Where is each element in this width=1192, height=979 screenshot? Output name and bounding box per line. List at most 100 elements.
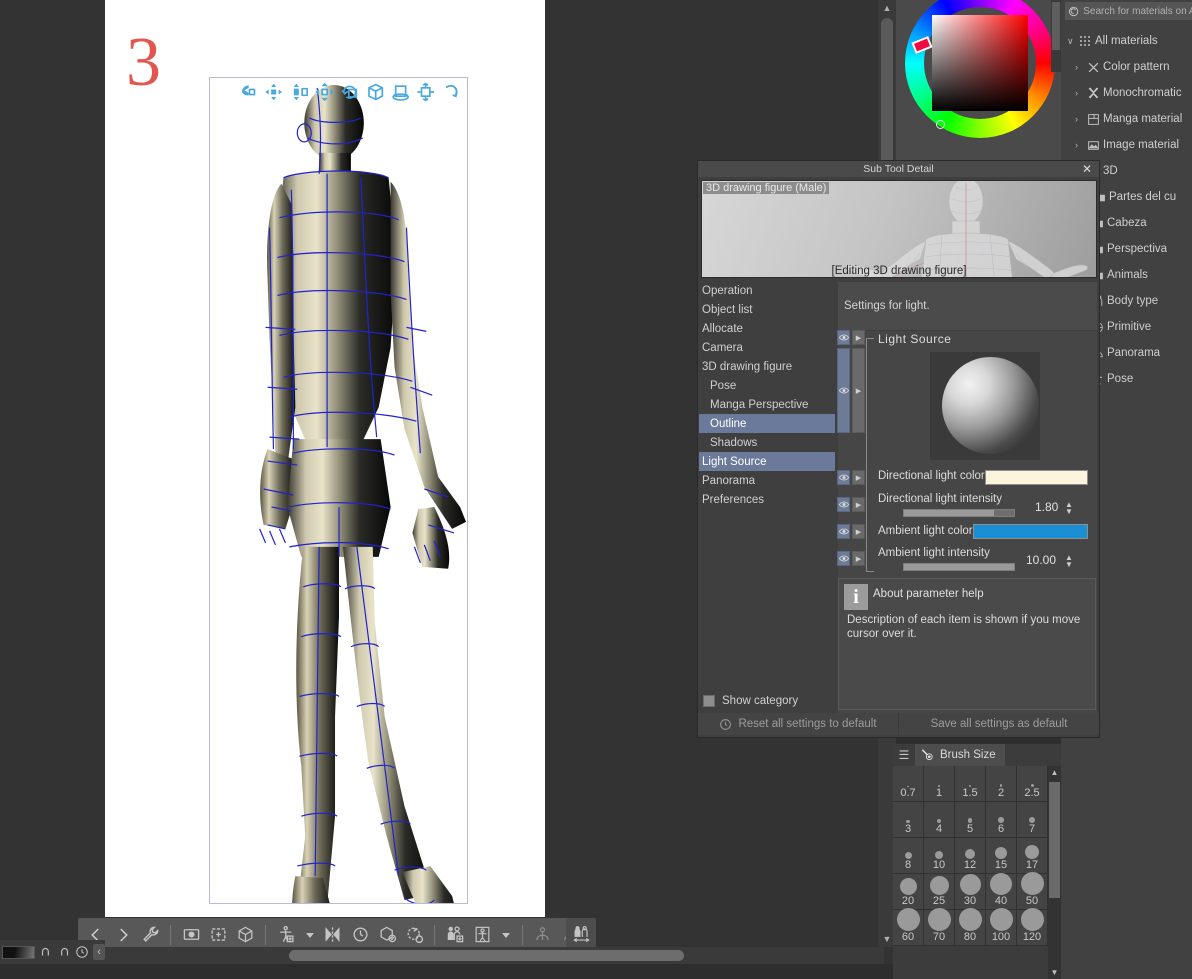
history-icon[interactable] bbox=[75, 944, 89, 960]
reset-object-icon[interactable] bbox=[375, 922, 399, 948]
hamburger-icon[interactable]: ☰ bbox=[893, 744, 915, 766]
tree-item-manga-perspective[interactable]: Manga Perspective bbox=[699, 395, 835, 414]
expand-arrow-icon[interactable]: ▶ bbox=[852, 470, 865, 485]
brush-size-cell[interactable]: 120 bbox=[1017, 908, 1048, 946]
eye-icon[interactable] bbox=[837, 348, 850, 433]
next-arrow-icon[interactable] bbox=[111, 922, 135, 948]
brush-size-cell[interactable]: 0.7 bbox=[893, 766, 924, 802]
gizmo-rotate-ground-icon[interactable] bbox=[390, 82, 411, 102]
tree-item-camera[interactable]: Camera bbox=[699, 338, 835, 357]
light-preview-box[interactable] bbox=[930, 352, 1040, 460]
scrollbar-thumb[interactable] bbox=[289, 950, 684, 961]
brush-size-cell[interactable]: 2 bbox=[986, 766, 1017, 802]
brush-size-cell[interactable]: 80 bbox=[955, 908, 986, 946]
scroll-up-icon[interactable]: ▲ bbox=[878, 0, 896, 16]
gizmo-move-xy-icon[interactable] bbox=[263, 82, 284, 102]
flip-icon[interactable] bbox=[321, 922, 345, 948]
material-tree-row[interactable]: › Image material bbox=[1061, 132, 1183, 158]
material-tree-row[interactable]: ∨ All materials bbox=[1061, 28, 1183, 54]
body-proportion-icon[interactable] bbox=[470, 922, 494, 948]
add-person-icon[interactable] bbox=[443, 922, 467, 948]
dialog-preview[interactable]: 3D drawing figure (Male) [Editing 3D dra… bbox=[701, 180, 1097, 278]
camera-icon[interactable] bbox=[179, 922, 203, 948]
tree-item-outline[interactable]: Outline bbox=[699, 414, 835, 433]
gizmo-undo-arc-icon[interactable] bbox=[441, 82, 462, 102]
tree-item-3d-drawing-figure[interactable]: 3D drawing figure bbox=[699, 357, 835, 376]
register-pose-icon[interactable] bbox=[531, 922, 555, 948]
dropdown-arrow-icon[interactable] bbox=[497, 922, 514, 948]
tree-item-object-list[interactable]: Object list bbox=[699, 300, 835, 319]
save-all-settings-button[interactable]: Save all settings as default bbox=[899, 713, 1099, 735]
brush-size-grid[interactable]: 0.7 1 1.5 2 2.5 3 4 5 6 7 8 10 12 15 17 20 25 30 40 50 60 70 8… bbox=[893, 766, 1048, 946]
fit-frame-icon[interactable] bbox=[206, 922, 230, 948]
scrollbar-thumb[interactable] bbox=[1052, 2, 1060, 50]
brush-size-cell[interactable]: 1 bbox=[924, 766, 955, 802]
saturation-value-square[interactable] bbox=[932, 15, 1028, 111]
eye-icon[interactable] bbox=[837, 551, 850, 566]
expand-arrow-icon[interactable]: ▶ bbox=[852, 524, 865, 539]
brush-size-cell[interactable]: 17 bbox=[1017, 838, 1048, 874]
directional-light-color-swatch[interactable] bbox=[985, 470, 1088, 485]
gizmo-rotate-left-icon[interactable] bbox=[238, 82, 259, 102]
gizmo-rotate-camera-icon[interactable] bbox=[365, 82, 386, 102]
ambient-light-intensity-value[interactable]: 10.00 bbox=[1026, 553, 1056, 567]
tree-item-preferences[interactable]: Preferences bbox=[699, 490, 835, 509]
cube-icon[interactable] bbox=[233, 922, 257, 948]
eye-icon[interactable] bbox=[837, 497, 850, 512]
dialog-titlebar[interactable]: Sub Tool Detail ✕ bbox=[698, 161, 1099, 177]
eye-icon[interactable] bbox=[837, 470, 850, 485]
reset-pose-icon[interactable] bbox=[348, 922, 372, 948]
collapse-icon[interactable]: ‹ bbox=[93, 944, 105, 960]
material-tree-row[interactable]: › Monochromatic bbox=[1061, 80, 1183, 106]
color-wheel[interactable] bbox=[905, 0, 1055, 138]
directional-intensity-spinner[interactable]: ▲ ▼ bbox=[1064, 501, 1074, 516]
brush-size-cell[interactable]: 8 bbox=[893, 838, 924, 874]
directional-light-intensity-value[interactable]: 1.80 bbox=[1035, 500, 1058, 514]
material-tree-row[interactable]: › Color pattern bbox=[1061, 54, 1183, 80]
tab-brush-size[interactable]: Brush Size bbox=[915, 744, 1005, 766]
tree-item-panorama[interactable]: Panorama bbox=[699, 471, 835, 490]
eye-icon[interactable] bbox=[837, 524, 850, 539]
scrollbar-thumb[interactable] bbox=[1049, 782, 1060, 898]
wrench-icon[interactable] bbox=[138, 922, 162, 948]
brush-size-cell[interactable]: 2.5 bbox=[1017, 766, 1048, 802]
gizmo-scale-icon[interactable] bbox=[415, 82, 436, 102]
chevron-right-icon[interactable]: › bbox=[1075, 140, 1083, 150]
checkbox-box[interactable] bbox=[703, 695, 715, 707]
expand-arrow-icon[interactable]: ▶ bbox=[852, 551, 865, 566]
brush-size-cell[interactable]: 3 bbox=[893, 802, 924, 838]
eye-icon[interactable] bbox=[837, 330, 850, 345]
brush-size-scrollbar[interactable]: ▲ ▼ bbox=[1048, 766, 1061, 979]
brush-size-cell[interactable]: 25 bbox=[924, 874, 955, 910]
color-panel-scrollbar[interactable] bbox=[1051, 0, 1061, 72]
expand-arrow-icon[interactable]: ▶ bbox=[852, 330, 865, 345]
reset-all-settings-button[interactable]: Reset all settings to default bbox=[698, 713, 898, 735]
scroll-down-icon[interactable]: ▼ bbox=[1048, 966, 1061, 979]
tree-item-operation[interactable]: Operation bbox=[699, 281, 835, 300]
chevron-right-icon[interactable]: › bbox=[1075, 62, 1083, 72]
chevron-right-icon[interactable]: › bbox=[1075, 88, 1083, 98]
3d-drawing-figure[interactable] bbox=[210, 78, 467, 903]
directional-light-intensity-slider[interactable] bbox=[903, 509, 1015, 517]
tree-item-pose[interactable]: Pose bbox=[699, 376, 835, 395]
brush-size-cell[interactable]: 7 bbox=[1017, 802, 1048, 838]
gizmo-rotate-object-icon[interactable] bbox=[339, 82, 360, 102]
ambient-light-color-swatch[interactable] bbox=[973, 524, 1088, 539]
brush-size-cell[interactable]: 20 bbox=[893, 874, 924, 910]
chevron-down-icon[interactable]: ∨ bbox=[1067, 36, 1075, 47]
reset-rotation-icon[interactable] bbox=[402, 922, 426, 948]
expand-arrow-icon[interactable]: ▶ bbox=[852, 497, 865, 512]
add-figure-icon[interactable] bbox=[274, 922, 298, 948]
close-icon[interactable]: ✕ bbox=[1079, 161, 1095, 177]
gizmo-move-3d-icon[interactable] bbox=[314, 82, 335, 102]
brush-size-cell[interactable]: 4 bbox=[924, 802, 955, 838]
dropdown-arrow-icon[interactable] bbox=[301, 922, 318, 948]
redo-icon[interactable] bbox=[57, 944, 71, 960]
brush-size-cell[interactable]: 5 bbox=[955, 802, 986, 838]
tree-item-shadows[interactable]: Shadows bbox=[699, 433, 835, 452]
tree-item-allocate[interactable]: Allocate bbox=[699, 319, 835, 338]
dialog-category-tree[interactable]: Operation Object list Allocate Camera 3D… bbox=[699, 281, 835, 851]
sv-marker[interactable] bbox=[936, 120, 945, 129]
ambient-light-intensity-slider[interactable] bbox=[903, 563, 1015, 571]
brush-size-cell[interactable]: 12 bbox=[955, 838, 986, 874]
